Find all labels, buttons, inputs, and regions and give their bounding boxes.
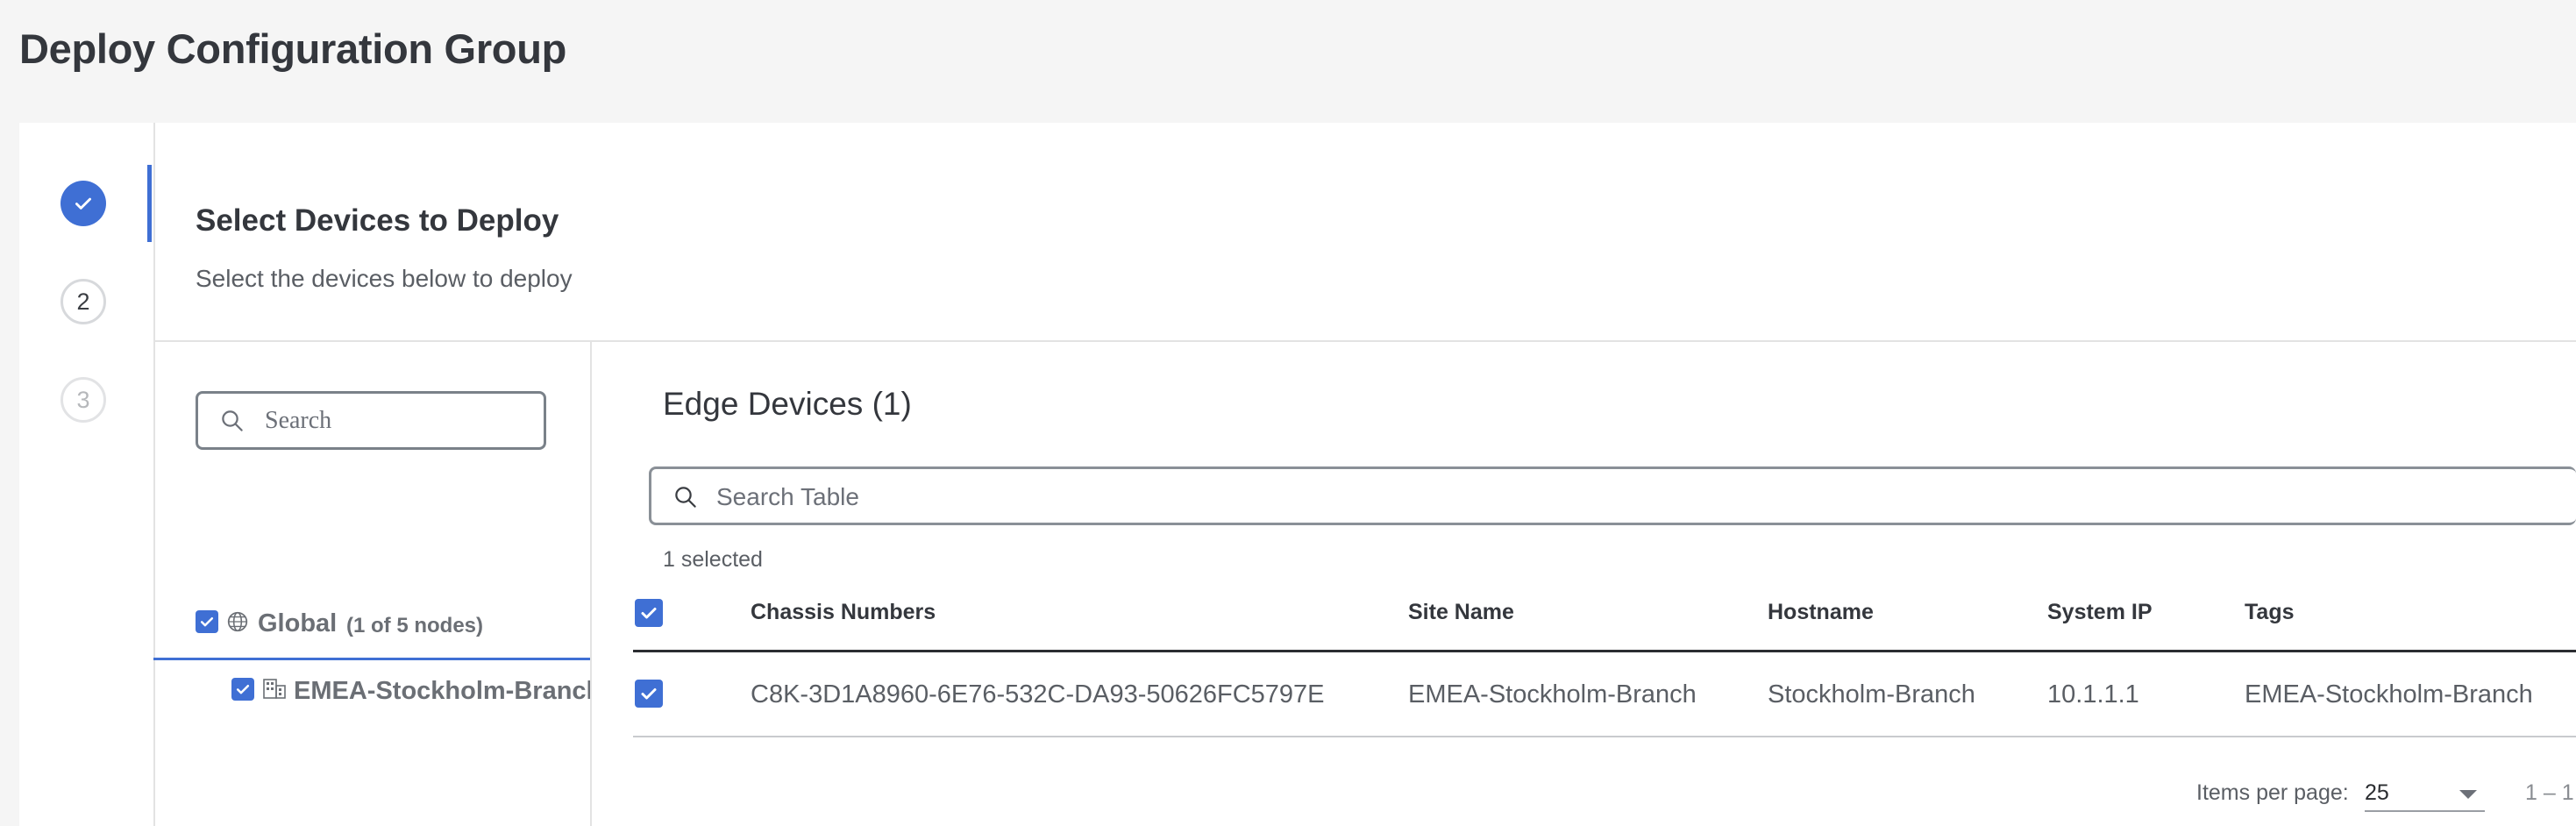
page-title: Deploy Configuration Group xyxy=(19,25,567,72)
step-1-completed[interactable] xyxy=(60,181,106,226)
column-header-system-ip[interactable]: System IP xyxy=(2047,600,2153,625)
row-checkbox[interactable] xyxy=(635,680,663,708)
wizard-card: 2 3 Select Devices to Deploy Select the … xyxy=(19,123,2576,826)
cell-hostname: Stockholm-Branch xyxy=(1768,680,1975,709)
active-step-indicator xyxy=(147,165,152,242)
cell-tags: EMEA-Stockholm-Branch xyxy=(2245,680,2533,709)
tree-global-count: (1 of 5 nodes) xyxy=(346,614,484,637)
tree-global-checkbox[interactable] xyxy=(196,610,218,633)
column-header-chassis-numbers[interactable]: Chassis Numbers xyxy=(751,600,936,625)
items-per-page-value: 25 xyxy=(2365,780,2389,805)
table-search-input[interactable] xyxy=(715,478,1507,516)
divider xyxy=(153,340,2576,342)
column-header-site-name[interactable]: Site Name xyxy=(1408,600,1514,625)
step-3[interactable]: 3 xyxy=(60,377,106,423)
table-search-box xyxy=(649,466,2576,525)
edge-devices-title: Edge Devices (1) xyxy=(663,386,912,422)
section-title: Select Devices to Deploy xyxy=(196,203,559,238)
items-per-page-label: Items per page: xyxy=(2196,780,2349,805)
cell-system-ip: 10.1.1.1 xyxy=(2047,680,2139,709)
globe-icon xyxy=(227,611,248,632)
step-2[interactable]: 2 xyxy=(60,279,106,324)
checkmark-icon xyxy=(641,608,657,619)
column-header-tags[interactable]: Tags xyxy=(2245,600,2295,625)
checkmark-icon xyxy=(200,617,214,627)
tree-node-label: EMEA-Stockholm-Branch xyxy=(294,677,590,705)
selected-count: 1 selected xyxy=(663,547,763,572)
panel-divider xyxy=(590,341,592,826)
tree-node-checkbox[interactable] xyxy=(231,678,254,701)
chevron-down-icon xyxy=(2459,790,2477,799)
checkmark-icon xyxy=(236,685,250,694)
column-header-hostname[interactable]: Hostname xyxy=(1768,600,1874,625)
checkmark-icon xyxy=(75,197,91,210)
tree-node-emea-stockholm-branch[interactable]: EMEA-Stockholm-Branch xyxy=(231,671,590,715)
search-icon xyxy=(675,487,696,508)
pagination-range: 1 – 1 xyxy=(2525,780,2574,805)
items-per-page-select[interactable]: 25 xyxy=(2365,775,2485,812)
tree-search-input[interactable] xyxy=(263,402,530,439)
tree-global-label: Global xyxy=(258,609,338,637)
stepper: 2 3 xyxy=(19,123,155,826)
table-header-divider xyxy=(633,650,2576,652)
tree-search-box xyxy=(196,391,546,450)
tree-selected-indicator xyxy=(153,658,590,660)
cell-chassis-number: C8K-3D1A8960-6E76-532C-DA93-50626FC5797E xyxy=(751,680,1325,709)
search-icon xyxy=(222,410,243,431)
tree-node-global[interactable]: Global (1 of 5 nodes) xyxy=(196,603,590,656)
cell-site-name: EMEA-Stockholm-Branch xyxy=(1408,680,1697,709)
building-icon xyxy=(263,679,286,699)
row-divider xyxy=(633,736,2576,737)
section-subtitle: Select the devices below to deploy xyxy=(196,265,573,292)
checkmark-icon xyxy=(641,688,657,700)
select-all-checkbox[interactable] xyxy=(635,599,663,627)
